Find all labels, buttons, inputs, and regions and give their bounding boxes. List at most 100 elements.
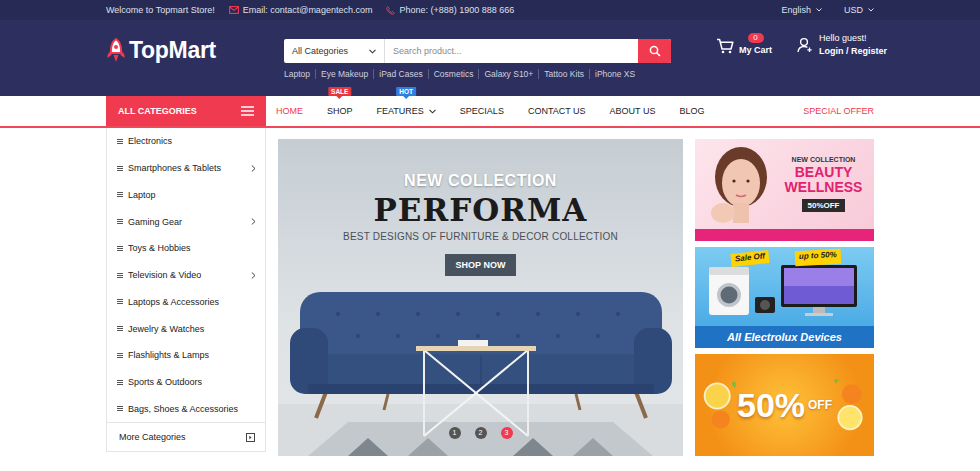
chevron-right-icon [251,218,256,225]
nav-menu: HOME SALESHOP HOTFEATURES SPECIALS CONTACT U… [276,96,704,126]
banner-tag: Sale Off [730,250,769,267]
list-icon [117,219,123,224]
tag-link[interactable]: Laptop [284,69,315,79]
beauty-banner[interactable]: NEW COLLECTIONBEAUTY WELLNESS50%OFF [695,139,874,241]
magnifier-icon [649,45,661,57]
chevron-down-icon [429,109,436,114]
login-register-link[interactable]: Login / Register [819,46,887,56]
chevron-down-icon [369,49,376,54]
search-area: All Categories LaptopEye MakeupiPad Cases… [284,39,671,79]
nav-item[interactable]: CONTACT US [528,96,586,126]
banner-title: All Electrolux Devices [695,326,874,348]
list-icon [117,246,123,251]
slider-dot[interactable]: 3 [501,427,513,439]
chevron-down-icon [868,8,874,12]
nav-item[interactable]: HOME [276,96,303,126]
category-sidebar: ElectronicsSmartphones & TabletsLaptopGa… [106,128,266,452]
hamburger-icon [241,106,254,116]
sidebar-item[interactable]: Television & Video [107,262,265,289]
nav-item[interactable]: SPECIALS [460,96,504,126]
devices-banner[interactable]: Sale Off up to 50% All Electrolux Devices [695,247,874,349]
hero-slider: NEW COLLECTIONPERFORMABEST DESIGNS OF FU… [278,139,683,456]
chevron-right-icon [251,272,256,279]
header: TopMartAll Categories LaptopEye MakeupiPa… [0,20,980,96]
top-bar: Welcome to Topmart Store! Email: contact@… [0,0,980,20]
slide-title: PERFORMA [374,192,588,228]
sidebar-item[interactable]: Gaming Gear [107,208,265,235]
page: Welcome to Topmart Store! Email: contact@… [0,0,980,471]
list-icon [117,353,123,358]
email-link[interactable]: Email: contact@magentech.com [229,5,373,15]
side-banners: NEW COLLECTIONBEAUTY WELLNESS50%OFFSale … [695,139,874,456]
search-input[interactable] [385,39,638,63]
tag-link[interactable]: iPad Cases [373,69,427,79]
search-bar: All Categories [284,39,671,63]
cart-count-badge: 0 [748,33,764,43]
currency-dropdown[interactable]: USD [844,5,874,15]
nav-badge: HOT [396,87,416,96]
nav-item[interactable]: SALESHOP [327,96,353,126]
phone-link[interactable]: Phone: (+888) 1900 888 666 [386,5,514,15]
sidebar-item[interactable]: Smartphones & Tablets [107,155,265,182]
slider-dot[interactable]: 2 [475,427,487,439]
list-icon [117,273,123,278]
main-content: ElectronicsSmartphones & TabletsLaptopGa… [106,128,874,456]
tag-link[interactable]: iPhone XS [589,69,640,79]
main-nav: ALL CATEGORIES HOME SALESHOP HOTFEATURES SPE… [0,96,980,128]
category-select[interactable]: All Categories [284,39,385,63]
nav-badge: SALE [328,87,351,96]
nav-item[interactable]: ABOUT US [610,96,656,126]
slider-dot[interactable]: 1 [449,427,461,439]
tag-link[interactable]: Eye Makeup [315,69,373,79]
more-categories-link[interactable]: More Categories [107,422,265,451]
list-icon [117,299,123,304]
sidebar-item[interactable]: Laptop [107,182,265,209]
tag-link[interactable]: Tattoo Kits [538,69,589,79]
sidebar-item[interactable]: Laptops & Accessories [107,289,265,316]
banner-discount: up to 50% [795,248,842,265]
phone-icon [386,6,395,15]
expand-box-icon [246,433,255,442]
sidebar-item[interactable]: Jewelry & Watches [107,315,265,342]
list-icon [117,166,123,171]
slide-subtitle: BEST DESIGNS OF FURNITURE & DECOR COLLEC… [343,231,618,243]
list-icon [117,139,123,144]
special-offer-link[interactable]: SPECIAL OFFER [803,106,874,116]
welcome-text: Welcome to Topmart Store! [106,5,215,15]
shop-now-button[interactable]: SHOP NOW [445,254,517,276]
list-icon [117,192,123,197]
nav-item[interactable]: BLOG [679,96,704,126]
sidebar-item[interactable]: Flashlights & Lamps [107,342,265,369]
banner-discount: OFF [808,398,832,412]
banner-discount: 50%OFF [802,199,844,212]
sidebar-item[interactable]: Bags, Shoes & Accessories [107,396,265,423]
lemon-slice-picture [832,375,868,435]
banner-title: BEAUTY WELLNESS [781,165,867,195]
cart-icon [716,38,734,54]
popular-tags: LaptopEye MakeupiPad CasesCosmeticsGalax… [284,69,671,79]
all-categories-button[interactable]: ALL CATEGORIES [106,96,266,126]
fruit-banner[interactable]: 50%OFF [695,354,874,456]
nav-item[interactable]: HOTFEATURES [377,96,436,126]
slider-dots: 1 2 3 [449,427,513,439]
logo[interactable]: TopMart [106,37,284,64]
chevron-down-icon [816,8,822,12]
sidebar-item[interactable]: Toys & Hobbies [107,235,265,262]
greeting-text: Hello guest! [819,33,887,43]
search-button[interactable] [638,39,671,63]
sidebar-item[interactable]: Electronics [107,128,265,155]
language-dropdown[interactable]: English [781,5,822,15]
rocket-icon [106,38,126,64]
envelope-icon [229,6,239,14]
woman-picture [701,141,779,229]
cart[interactable]: 0 My Cart [716,33,772,55]
user-icon [797,37,813,53]
sidebar-item[interactable]: Sports & Outdoors [107,369,265,396]
tag-link[interactable]: Cosmetics [428,69,479,79]
orange-slice-picture [701,375,737,435]
cart-label: My Cart [739,45,772,55]
account[interactable]: Hello guest! Login / Register [797,33,887,56]
list-icon [117,406,123,411]
tag-link[interactable]: Galaxy S10+ [478,69,538,79]
list-icon [117,380,123,385]
